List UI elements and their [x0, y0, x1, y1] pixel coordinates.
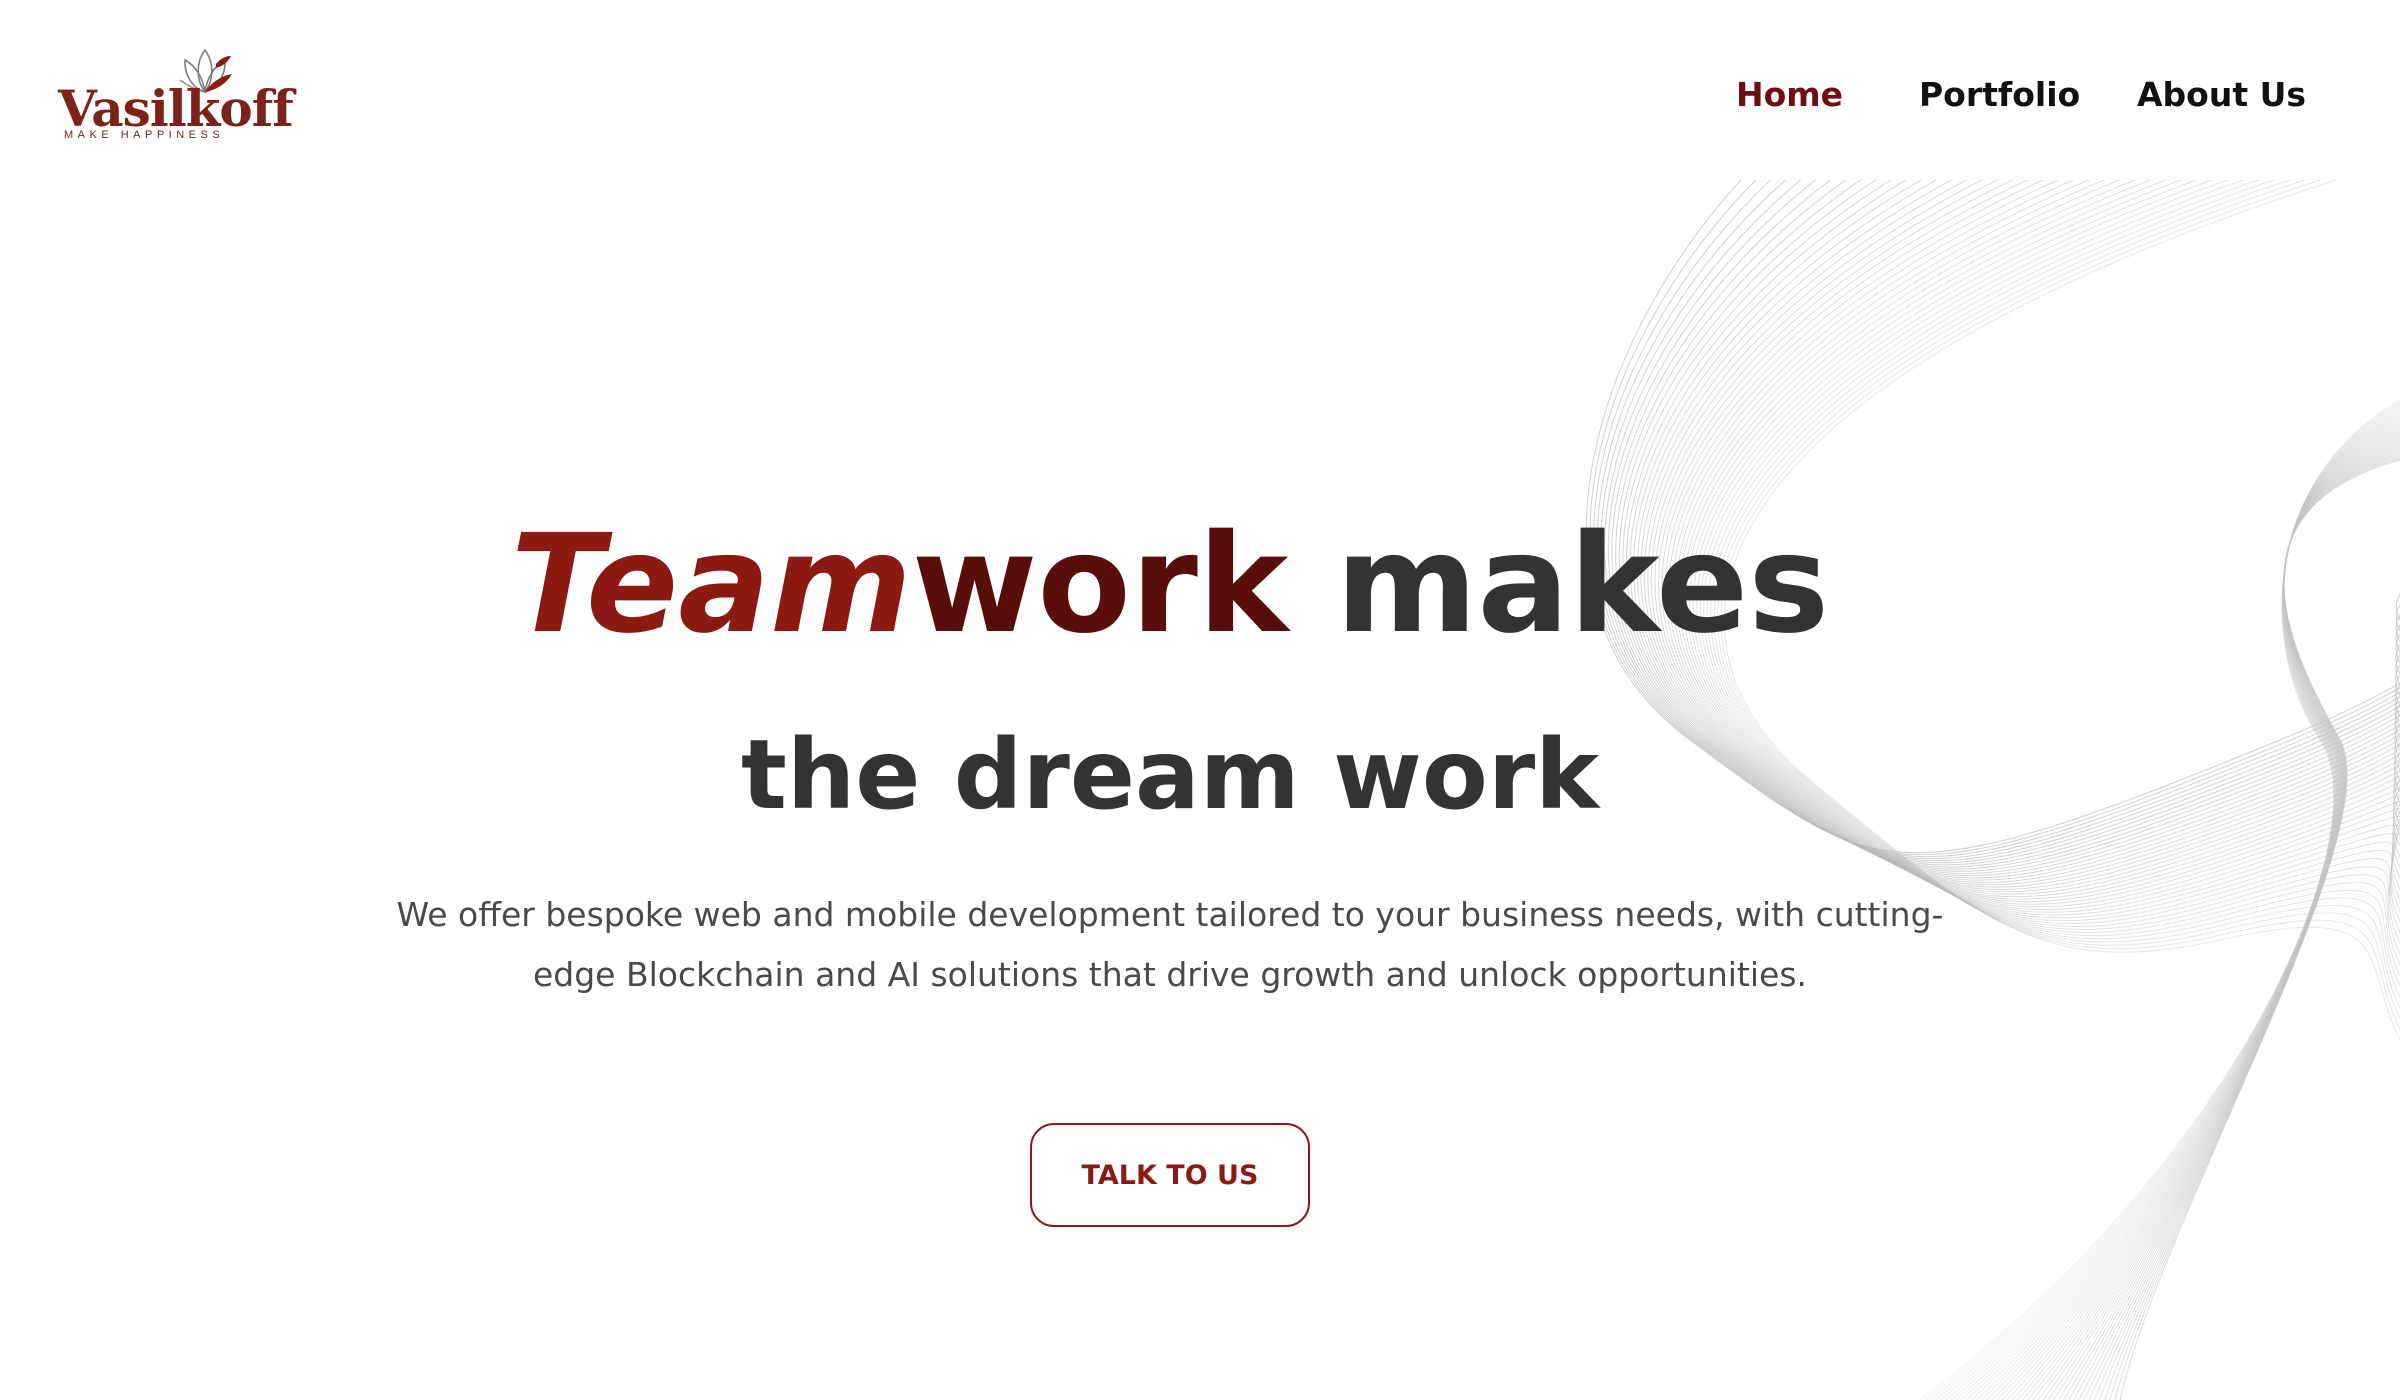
- hero-description: We offer bespoke web and mobile developm…: [396, 895, 1944, 994]
- main-nav: Home Portfolio About Us: [0, 70, 2400, 120]
- headline-team-word: Team: [510, 506, 912, 664]
- hero-subheadline: the dream work: [741, 719, 1599, 831]
- headline-work-word: work: [911, 506, 1289, 664]
- headline-makes-word: makes: [1335, 506, 1830, 664]
- nav-item-portfolio[interactable]: Portfolio: [1919, 70, 2080, 120]
- nav-item-about-us[interactable]: About Us: [2137, 70, 2306, 120]
- talk-to-us-button[interactable]: TALK TO US: [1030, 1123, 1310, 1227]
- hero-headline: Teamwork makes: [0, 500, 2340, 670]
- brand-tagline: MAKE HAPPINESS: [64, 129, 225, 141]
- site-header: Vasilkoff MAKE HAPPINESS Home Portfolio …: [0, 0, 2400, 190]
- nav-item-home[interactable]: Home: [1736, 70, 1843, 120]
